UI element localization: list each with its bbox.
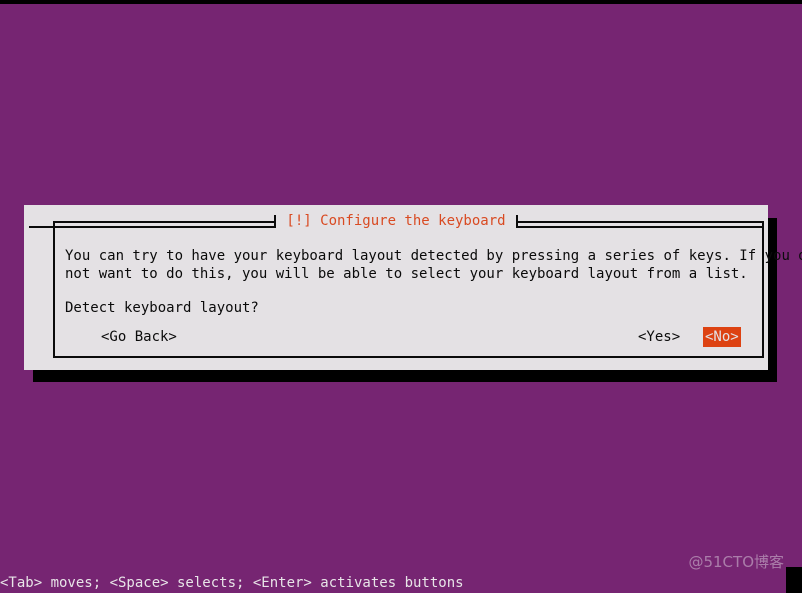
installer-screen: You can try to have your keyboard layout… xyxy=(0,0,802,593)
dialog-shadow-bottom xyxy=(33,370,777,382)
yes-button[interactable]: <Yes> xyxy=(636,327,682,347)
keyboard-help-line: <Tab> moves; <Space> selects; <Enter> ac… xyxy=(0,575,464,591)
no-button[interactable]: <No> xyxy=(703,327,741,347)
dialog-button-row: <Go Back> <Yes> <No> xyxy=(55,327,762,347)
top-black-strip xyxy=(0,0,802,4)
dialog-inner-frame: You can try to have your keyboard layout… xyxy=(53,221,802,358)
dialog-shadow-right xyxy=(768,218,777,382)
go-back-button[interactable]: <Go Back> xyxy=(99,327,179,347)
dialog-title-row: [!] Configure the keyboard xyxy=(24,210,768,232)
title-rule-right xyxy=(515,214,763,228)
watermark: @51CTO博客 xyxy=(688,553,784,571)
configure-keyboard-dialog: You can try to have your keyboard layout… xyxy=(24,205,802,370)
dialog-title: [!] Configure the keyboard xyxy=(276,213,516,229)
dialog-question: Detect keyboard layout? xyxy=(65,300,259,316)
terminal-cursor-block xyxy=(786,567,802,593)
title-rule-left xyxy=(29,214,277,228)
dialog-body-line-2: not want to do this, you will be able to… xyxy=(65,266,748,282)
dialog-body-text: You can try to have your keyboard layout… xyxy=(65,247,802,283)
dialog-body-line-1: You can try to have your keyboard layout… xyxy=(65,248,802,264)
